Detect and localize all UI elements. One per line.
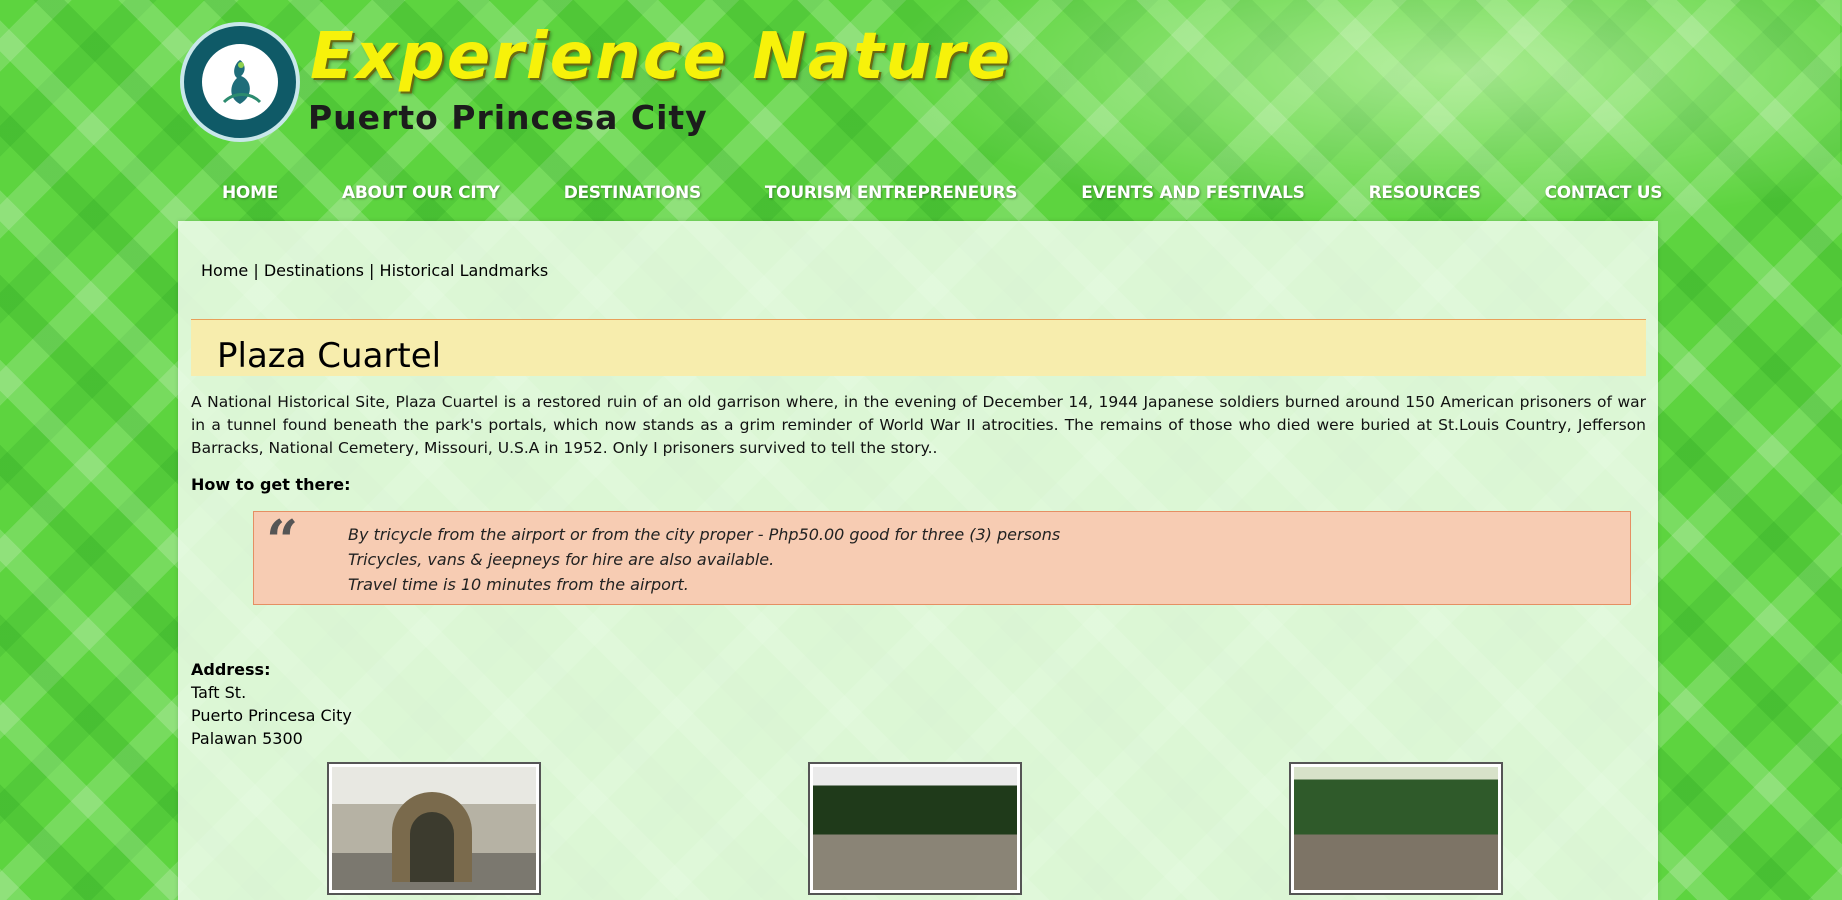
plaza-gate-photo xyxy=(332,767,536,890)
plaza-grounds-photo xyxy=(1294,767,1498,890)
intro-paragraph: A National Historical Site, Plaza Cuarte… xyxy=(191,393,1646,457)
breadcrumb-separator: | xyxy=(248,261,264,280)
breadcrumb-separator: | xyxy=(363,261,380,280)
gallery-thumbnail-gate[interactable] xyxy=(327,762,541,895)
gallery-thumbnail-grounds[interactable] xyxy=(1289,762,1503,895)
direction-line: Tricycles, vans & jeepneys for hire are … xyxy=(348,550,775,569)
site-subtitle: Puerto Princesa City xyxy=(308,98,708,137)
address-line: Taft St. xyxy=(191,683,247,702)
directions-quote-box: “ By tricycle from the airport or from t… xyxy=(253,508,1631,605)
site-title: Experience Nature xyxy=(310,20,1013,94)
direction-line: Travel time is 10 minutes from the airpo… xyxy=(348,575,689,594)
nav-events-and-festivals[interactable]: EVENTS AND FESTIVALS xyxy=(1081,178,1305,208)
address-block: Address: Taft St. Puerto Princesa City P… xyxy=(191,658,352,750)
directions-list: By tricycle from the airport or from the… xyxy=(348,522,1060,597)
quote-icon: “ xyxy=(266,508,299,574)
page-title-bar: Plaza Cuartel xyxy=(191,319,1646,376)
gallery-thumbnail-pathway[interactable] xyxy=(808,762,1022,895)
nav-destinations[interactable]: DESTINATIONS xyxy=(564,178,702,208)
address-line: Palawan 5300 xyxy=(191,729,303,748)
breadcrumb-destinations[interactable]: Destinations xyxy=(264,261,364,280)
breadcrumb: Home | Destinations | Historical Landmar… xyxy=(201,261,548,280)
main-nav: HOME ABOUT OUR CITY DESTINATIONS TOURISM… xyxy=(222,178,1726,208)
nav-about-our-city[interactable]: ABOUT OUR CITY xyxy=(342,178,500,208)
breadcrumb-current[interactable]: Historical Landmarks xyxy=(380,261,549,280)
nav-tourism-entrepreneurs[interactable]: TOURISM ENTREPRENEURS xyxy=(765,178,1018,208)
peacock-icon xyxy=(202,44,278,120)
how-to-get-there-heading: How to get there: xyxy=(191,475,351,494)
breadcrumb-home[interactable]: Home xyxy=(201,261,248,280)
content-panel: Home | Destinations | Historical Landmar… xyxy=(178,221,1658,900)
page-title: Plaza Cuartel xyxy=(217,336,442,376)
address-line: Puerto Princesa City xyxy=(191,706,352,725)
direction-line: By tricycle from the airport or from the… xyxy=(348,525,1061,544)
nav-home[interactable]: HOME xyxy=(222,178,278,208)
nav-resources[interactable]: RESOURCES xyxy=(1369,178,1481,208)
plaza-pathway-photo xyxy=(813,767,1017,890)
address-label: Address: xyxy=(191,660,271,679)
city-tourism-seal-logo[interactable] xyxy=(180,22,300,142)
nav-contact-us[interactable]: CONTACT US xyxy=(1545,178,1663,208)
